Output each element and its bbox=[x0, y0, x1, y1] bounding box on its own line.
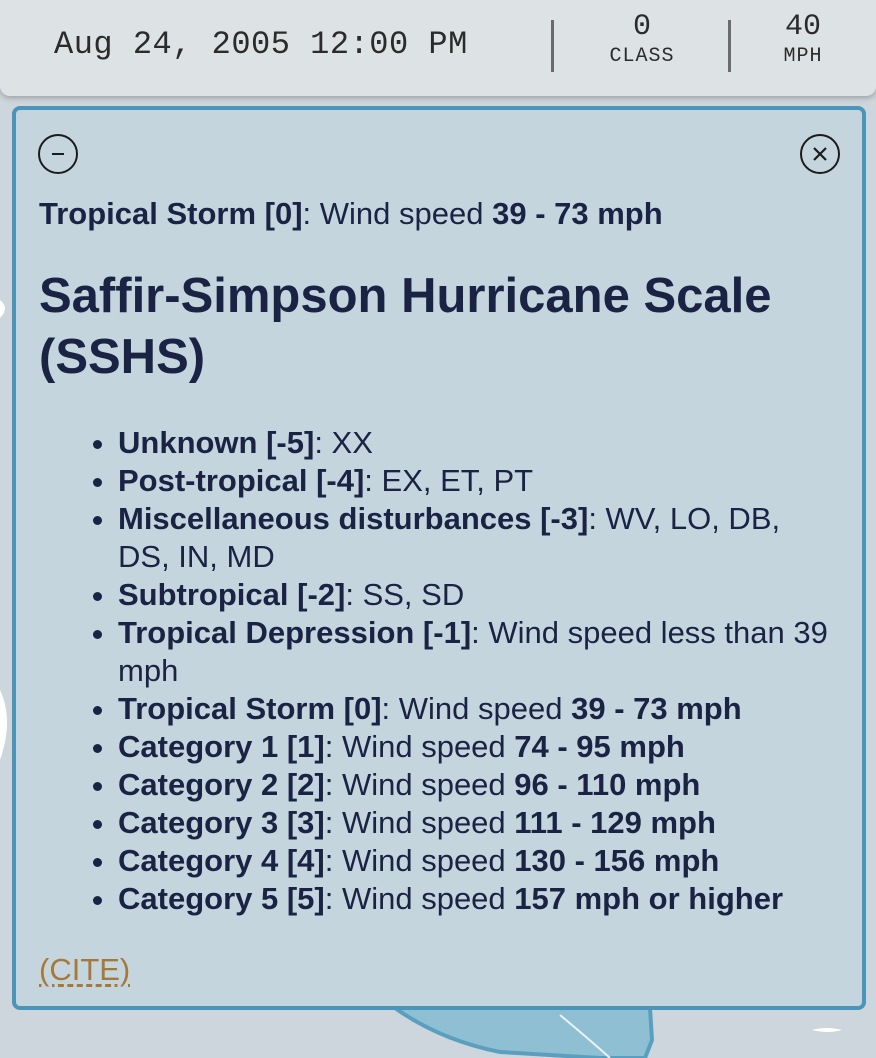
storm-class-unit: CLASS bbox=[609, 45, 675, 68]
scale-info-panel: Tropical Storm [0]: Wind speed 39 - 73 m… bbox=[12, 106, 866, 1010]
list-item: Tropical Depression [-1]: Wind speed les… bbox=[118, 614, 838, 690]
category-text: : EX, ET, PT bbox=[364, 463, 534, 498]
list-item: Category 1 [1]: Wind speed 74 - 95 mph bbox=[118, 728, 838, 766]
category-text: : Wind speed bbox=[324, 843, 515, 878]
category-speed: 130 - 156 mph bbox=[514, 843, 720, 878]
category-name: Category 1 [1] bbox=[118, 729, 325, 764]
category-text: : Wind speed bbox=[324, 881, 515, 916]
list-item: Category 3 [3]: Wind speed 111 - 129 mph bbox=[118, 804, 838, 842]
category-name: Post-tropical [-4] bbox=[118, 463, 365, 498]
category-speed: 96 - 110 mph bbox=[514, 767, 701, 802]
category-name: Unknown [-5] bbox=[118, 425, 315, 460]
category-name: Category 2 [2] bbox=[118, 767, 325, 802]
wind-speed-value: 40 bbox=[784, 10, 821, 44]
wind-speed-readout: 40 MPH bbox=[758, 10, 848, 70]
current-category-summary: Tropical Storm [0]: Wind speed 39 - 73 m… bbox=[39, 196, 663, 232]
current-category-name: Tropical Storm [0] bbox=[39, 196, 303, 231]
list-item: Category 2 [2]: Wind speed 96 - 110 mph bbox=[118, 766, 838, 804]
wind-speed-unit: MPH bbox=[783, 45, 823, 68]
list-item: Miscellaneous disturbances [-3]: WV, LO,… bbox=[118, 500, 838, 576]
category-text: : SS, SD bbox=[345, 577, 465, 612]
category-name: Category 5 [5] bbox=[118, 881, 325, 916]
status-divider bbox=[728, 20, 731, 72]
category-text: : Wind speed bbox=[324, 729, 515, 764]
category-name: Category 4 [4] bbox=[118, 843, 325, 878]
category-speed: 74 - 95 mph bbox=[514, 729, 685, 764]
minus-icon bbox=[52, 153, 64, 155]
category-speed: 157 mph or higher bbox=[514, 881, 784, 916]
minimize-button[interactable] bbox=[38, 134, 78, 174]
status-divider bbox=[551, 20, 554, 72]
status-bar: Aug 24, 2005 12:00 PM 0 CLASS 40 MPH bbox=[0, 0, 876, 96]
storm-class-value: 0 bbox=[632, 10, 651, 44]
category-text: : XX bbox=[314, 425, 373, 460]
list-item: Unknown [-5]: XX bbox=[118, 424, 838, 462]
list-item: Category 4 [4]: Wind speed 130 - 156 mph bbox=[118, 842, 838, 880]
list-item: Post-tropical [-4]: EX, ET, PT bbox=[118, 462, 838, 500]
category-text: : Wind speed bbox=[324, 805, 515, 840]
scale-title: Saffir-Simpson Hurricane Scale (SSHS) bbox=[39, 269, 772, 384]
close-icon bbox=[813, 147, 827, 161]
list-item: Subtropical [-2]: SS, SD bbox=[118, 576, 838, 614]
category-text: : Wind speed bbox=[381, 691, 572, 726]
close-button[interactable] bbox=[800, 134, 840, 174]
current-category-speed: 39 - 73 mph bbox=[492, 196, 663, 231]
scale-category-list: Unknown [-5]: XX Post-tropical [-4]: EX,… bbox=[118, 424, 838, 918]
category-speed: 39 - 73 mph bbox=[571, 691, 742, 726]
category-text: : Wind speed bbox=[324, 767, 515, 802]
category-name: Category 3 [3] bbox=[118, 805, 325, 840]
list-item: Category 5 [5]: Wind speed 157 mph or hi… bbox=[118, 880, 838, 918]
list-item: Tropical Storm [0]: Wind speed 39 - 73 m… bbox=[118, 690, 838, 728]
category-name: Subtropical [-2] bbox=[118, 577, 346, 612]
cite-link[interactable]: (CITE) bbox=[39, 952, 130, 988]
current-category-prefix: : Wind speed bbox=[302, 196, 493, 231]
category-name: Miscellaneous disturbances [-3] bbox=[118, 501, 589, 536]
category-name: Tropical Storm [0] bbox=[118, 691, 382, 726]
storm-class-readout: 0 CLASS bbox=[592, 10, 692, 70]
category-name: Tropical Depression [-1] bbox=[118, 615, 472, 650]
category-speed: 111 - 129 mph bbox=[514, 805, 716, 840]
storm-datetime: Aug 24, 2005 12:00 PM bbox=[54, 26, 468, 63]
